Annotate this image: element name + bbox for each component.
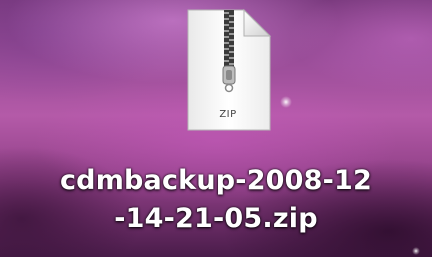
file-type-badge: ZIP xyxy=(219,109,237,120)
sparkle-decoration xyxy=(280,96,292,108)
file-name-line: cdmbackup-2008-12 xyxy=(59,165,373,196)
file-name-label[interactable]: cdmbackup-2008-12 -14-21-05.zip xyxy=(40,162,392,238)
file-name-line: -14-21-05.zip xyxy=(114,203,318,234)
zip-archive-icon[interactable]: ZIP xyxy=(180,6,276,136)
desktop-background: ZIP cdmbackup-2008-12 -14-21-05.zip xyxy=(0,0,432,257)
sparkle-decoration xyxy=(412,247,420,255)
